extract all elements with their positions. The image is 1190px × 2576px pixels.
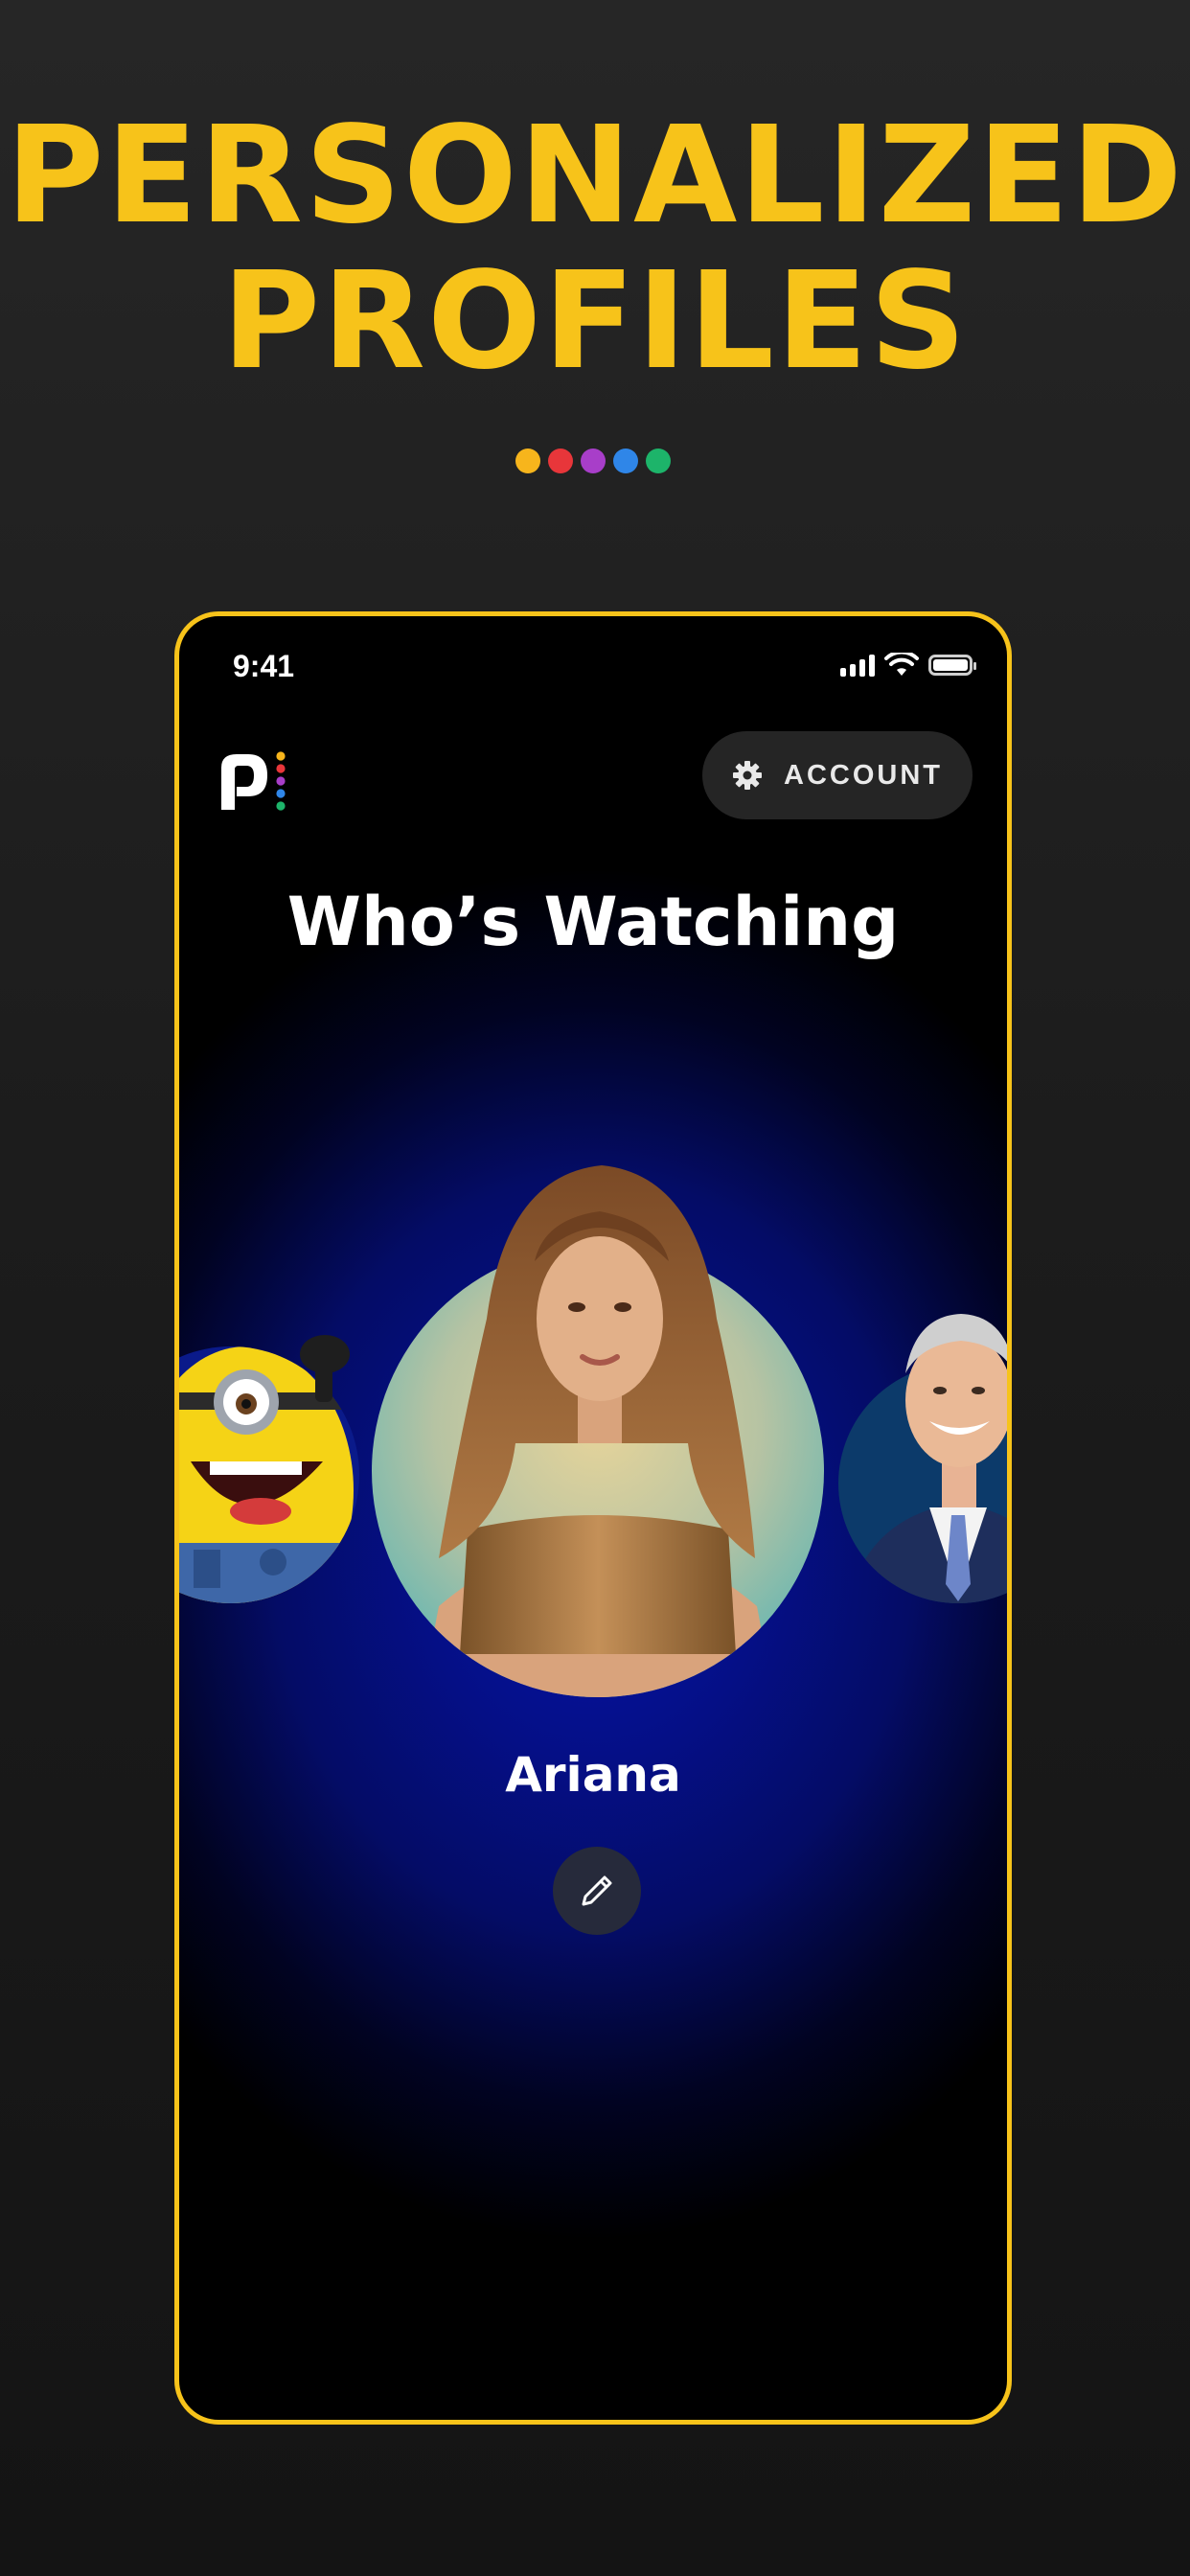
account-label: ACCOUNT: [784, 759, 943, 791]
edit-profile-button[interactable]: [553, 1847, 641, 1935]
peacock-logo-icon[interactable]: [208, 741, 294, 827]
profile-avatar-right[interactable]: [838, 1277, 1012, 1603]
pager-dot: [613, 448, 638, 473]
profile-name: Ariana: [505, 1747, 681, 1803]
pager-dot: [515, 448, 540, 473]
phone-frame: 9:41 ACCOUNT Who’s Watching Ariana: [174, 611, 1012, 2425]
status-time: 9:41: [233, 649, 295, 683]
profile-avatar-left[interactable]: [174, 1335, 359, 1603]
pager-dot: [646, 448, 671, 473]
account-button[interactable]: ACCOUNT: [702, 731, 973, 819]
status-icons: [840, 653, 976, 678]
pager-dots: [515, 448, 671, 473]
pager-dot: [581, 448, 606, 473]
page-title: Who’s Watching: [286, 883, 900, 961]
headline-line-1: PERSONALIZED: [5, 98, 1185, 254]
pager-dot: [548, 448, 573, 473]
headline-line-2: PROFILES: [221, 243, 969, 400]
profile-avatar-selected[interactable]: [372, 1156, 824, 1697]
gear-icon: [733, 761, 762, 790]
signal-icon: [840, 654, 875, 677]
pencil-icon: [582, 1875, 612, 1906]
battery-icon: [928, 655, 976, 676]
headline: PERSONALIZED PROFILES: [0, 104, 1190, 395]
wifi-icon: [884, 653, 919, 676]
